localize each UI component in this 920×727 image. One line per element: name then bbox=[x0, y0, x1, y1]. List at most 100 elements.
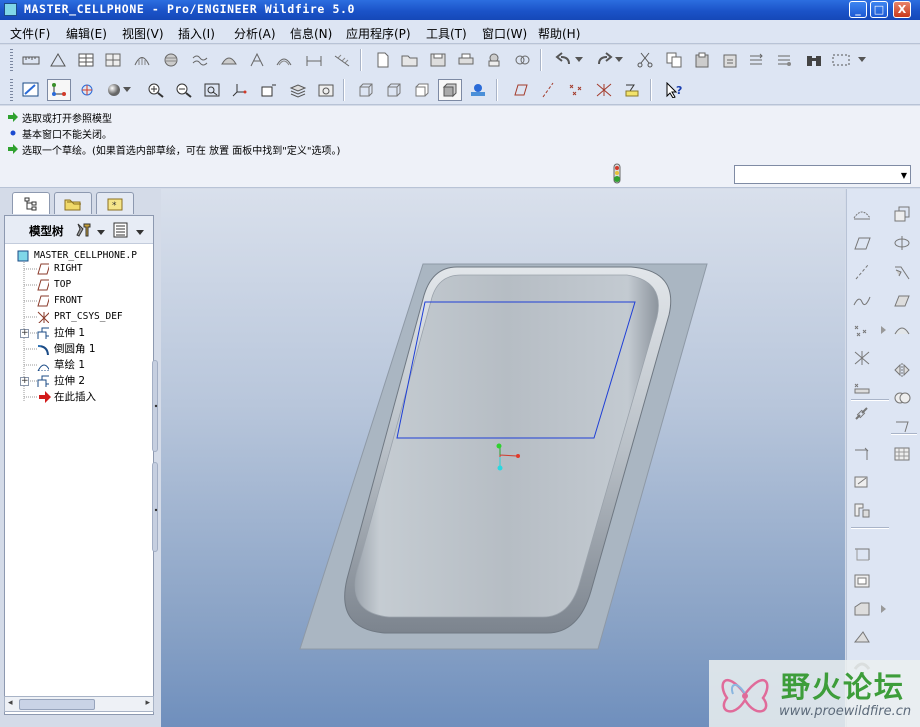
surface-analysis-icon[interactable] bbox=[217, 49, 241, 71]
sketch-datum-curve-icon[interactable] bbox=[851, 203, 873, 225]
show-columns-icon[interactable] bbox=[113, 222, 129, 241]
menu-insert[interactable]: 插入(I) bbox=[178, 25, 215, 42]
redo-icon[interactable] bbox=[592, 49, 616, 71]
shading-analysis-icon[interactable] bbox=[159, 49, 183, 71]
zoom-in-icon[interactable] bbox=[144, 79, 168, 101]
reorient-icon[interactable] bbox=[228, 79, 252, 101]
flyout-arrow-icon[interactable] bbox=[879, 598, 889, 620]
cut-icon[interactable] bbox=[633, 49, 657, 71]
analysis-feature-icon[interactable] bbox=[851, 375, 873, 397]
email-icon[interactable] bbox=[482, 49, 506, 71]
menu-view[interactable]: 视图(V) bbox=[122, 25, 164, 42]
maximize-button[interactable]: □ bbox=[870, 1, 888, 18]
datum-point-display-icon[interactable] bbox=[564, 79, 588, 101]
no-hidden-icon[interactable] bbox=[410, 79, 434, 101]
sketch-edit-icon[interactable] bbox=[19, 79, 43, 101]
sweep-icon[interactable] bbox=[891, 261, 913, 283]
grid-icon[interactable] bbox=[101, 49, 125, 71]
regenerate-icon[interactable] bbox=[744, 49, 768, 71]
annotation-display-icon[interactable] bbox=[620, 79, 644, 101]
refit-icon[interactable] bbox=[200, 79, 224, 101]
flyout-arrow-icon[interactable] bbox=[879, 319, 889, 341]
menu-info[interactable]: 信息(N) bbox=[290, 25, 332, 42]
view-manager-icon[interactable] bbox=[314, 79, 338, 101]
select-box-icon[interactable] bbox=[828, 49, 854, 71]
triangle-measure-icon[interactable] bbox=[46, 49, 70, 71]
tab-favorites[interactable]: * bbox=[96, 192, 134, 214]
mirror-icon[interactable] bbox=[891, 359, 913, 381]
csys-display-icon[interactable] bbox=[592, 79, 616, 101]
axis-icon[interactable] bbox=[851, 261, 873, 283]
tree-settings-dropdown-icon[interactable] bbox=[97, 226, 105, 239]
show-dropdown-icon[interactable] bbox=[136, 226, 144, 239]
undo-dropdown-icon[interactable] bbox=[574, 49, 584, 71]
regen-manager-icon[interactable] bbox=[772, 49, 796, 71]
spin-center-icon[interactable] bbox=[75, 79, 99, 101]
horizontal-scrollbar[interactable]: ◂ ▸ bbox=[4, 696, 154, 712]
pattern-icon[interactable] bbox=[891, 443, 913, 465]
tab-folder-browser[interactable] bbox=[54, 192, 92, 214]
scroll-right-icon[interactable]: ▸ bbox=[145, 698, 150, 708]
zoom-out-icon[interactable] bbox=[172, 79, 196, 101]
menu-tools[interactable]: 工具(T) bbox=[426, 25, 467, 42]
layers-icon[interactable] bbox=[286, 79, 310, 101]
hole-icon[interactable] bbox=[851, 443, 873, 465]
link-icon[interactable] bbox=[510, 49, 534, 71]
tab-model-tree[interactable] bbox=[12, 192, 50, 214]
menu-edit[interactable]: 编辑(E) bbox=[66, 25, 107, 42]
merge-icon[interactable] bbox=[891, 387, 913, 409]
new-file-icon[interactable] bbox=[371, 49, 395, 71]
datum-plane-display-icon[interactable] bbox=[508, 79, 532, 101]
draft-analysis-icon[interactable] bbox=[245, 49, 269, 71]
menu-analysis[interactable]: 分析(A) bbox=[234, 25, 276, 42]
select-dropdown-icon[interactable] bbox=[856, 49, 868, 71]
expand-toggle[interactable]: + bbox=[20, 329, 29, 338]
surface-icon[interactable] bbox=[891, 319, 913, 341]
blend-icon[interactable] bbox=[891, 290, 913, 312]
round-feature-icon[interactable] bbox=[851, 543, 873, 565]
paste-special-icon[interactable] bbox=[718, 49, 742, 71]
menu-applications[interactable]: 应用程序(P) bbox=[346, 25, 411, 42]
dimension-icon[interactable] bbox=[302, 49, 326, 71]
print-icon[interactable] bbox=[454, 49, 478, 71]
copy-icon[interactable] bbox=[662, 49, 686, 71]
shading-icon[interactable] bbox=[438, 79, 462, 101]
datum-display-icon[interactable] bbox=[47, 79, 71, 101]
csys-create-icon[interactable] bbox=[851, 347, 873, 369]
shell-feature-icon[interactable] bbox=[851, 570, 873, 592]
scroll-left-icon[interactable]: ◂ bbox=[8, 698, 13, 708]
curve-icon[interactable] bbox=[851, 290, 873, 312]
selection-filter-dropdown[interactable]: ▼ bbox=[734, 165, 911, 184]
chain-link-icon[interactable] bbox=[851, 403, 873, 425]
menu-window[interactable]: 窗口(W) bbox=[482, 25, 527, 42]
find-binoculars-icon[interactable] bbox=[802, 49, 826, 71]
minimize-button[interactable]: _ bbox=[849, 1, 867, 18]
hidden-line-icon[interactable] bbox=[382, 79, 406, 101]
graphics-window[interactable] bbox=[161, 189, 845, 727]
curvature-icon[interactable] bbox=[130, 49, 154, 71]
saved-views-icon[interactable] bbox=[257, 79, 281, 101]
revolve-icon[interactable] bbox=[891, 232, 913, 254]
menu-help[interactable]: 帮助(H) bbox=[538, 25, 580, 42]
ruler-icon[interactable] bbox=[19, 49, 43, 71]
tree-settings-icon[interactable] bbox=[75, 222, 93, 241]
comb-icon[interactable] bbox=[330, 49, 354, 71]
toolbar-grip[interactable] bbox=[10, 79, 13, 101]
rib-icon[interactable] bbox=[851, 499, 873, 521]
model-viewport[interactable] bbox=[161, 189, 845, 727]
paste-icon[interactable] bbox=[690, 49, 714, 71]
display-style-dropdown-icon[interactable] bbox=[122, 79, 132, 101]
wave-icon[interactable] bbox=[188, 49, 212, 71]
wireframe-icon[interactable] bbox=[354, 79, 378, 101]
open-folder-icon[interactable] bbox=[398, 49, 422, 71]
enhanced-realism-icon[interactable] bbox=[466, 79, 490, 101]
point-icon[interactable] bbox=[851, 319, 873, 341]
chamfer-icon[interactable] bbox=[851, 598, 873, 620]
expand-toggle[interactable]: + bbox=[20, 377, 29, 386]
plane-icon[interactable] bbox=[851, 232, 873, 254]
toolbar-grip[interactable] bbox=[10, 49, 13, 71]
redo-dropdown-icon[interactable] bbox=[614, 49, 624, 71]
table-icon[interactable] bbox=[74, 49, 98, 71]
navigator-splitter[interactable] bbox=[150, 360, 159, 552]
undo-icon[interactable] bbox=[552, 49, 576, 71]
